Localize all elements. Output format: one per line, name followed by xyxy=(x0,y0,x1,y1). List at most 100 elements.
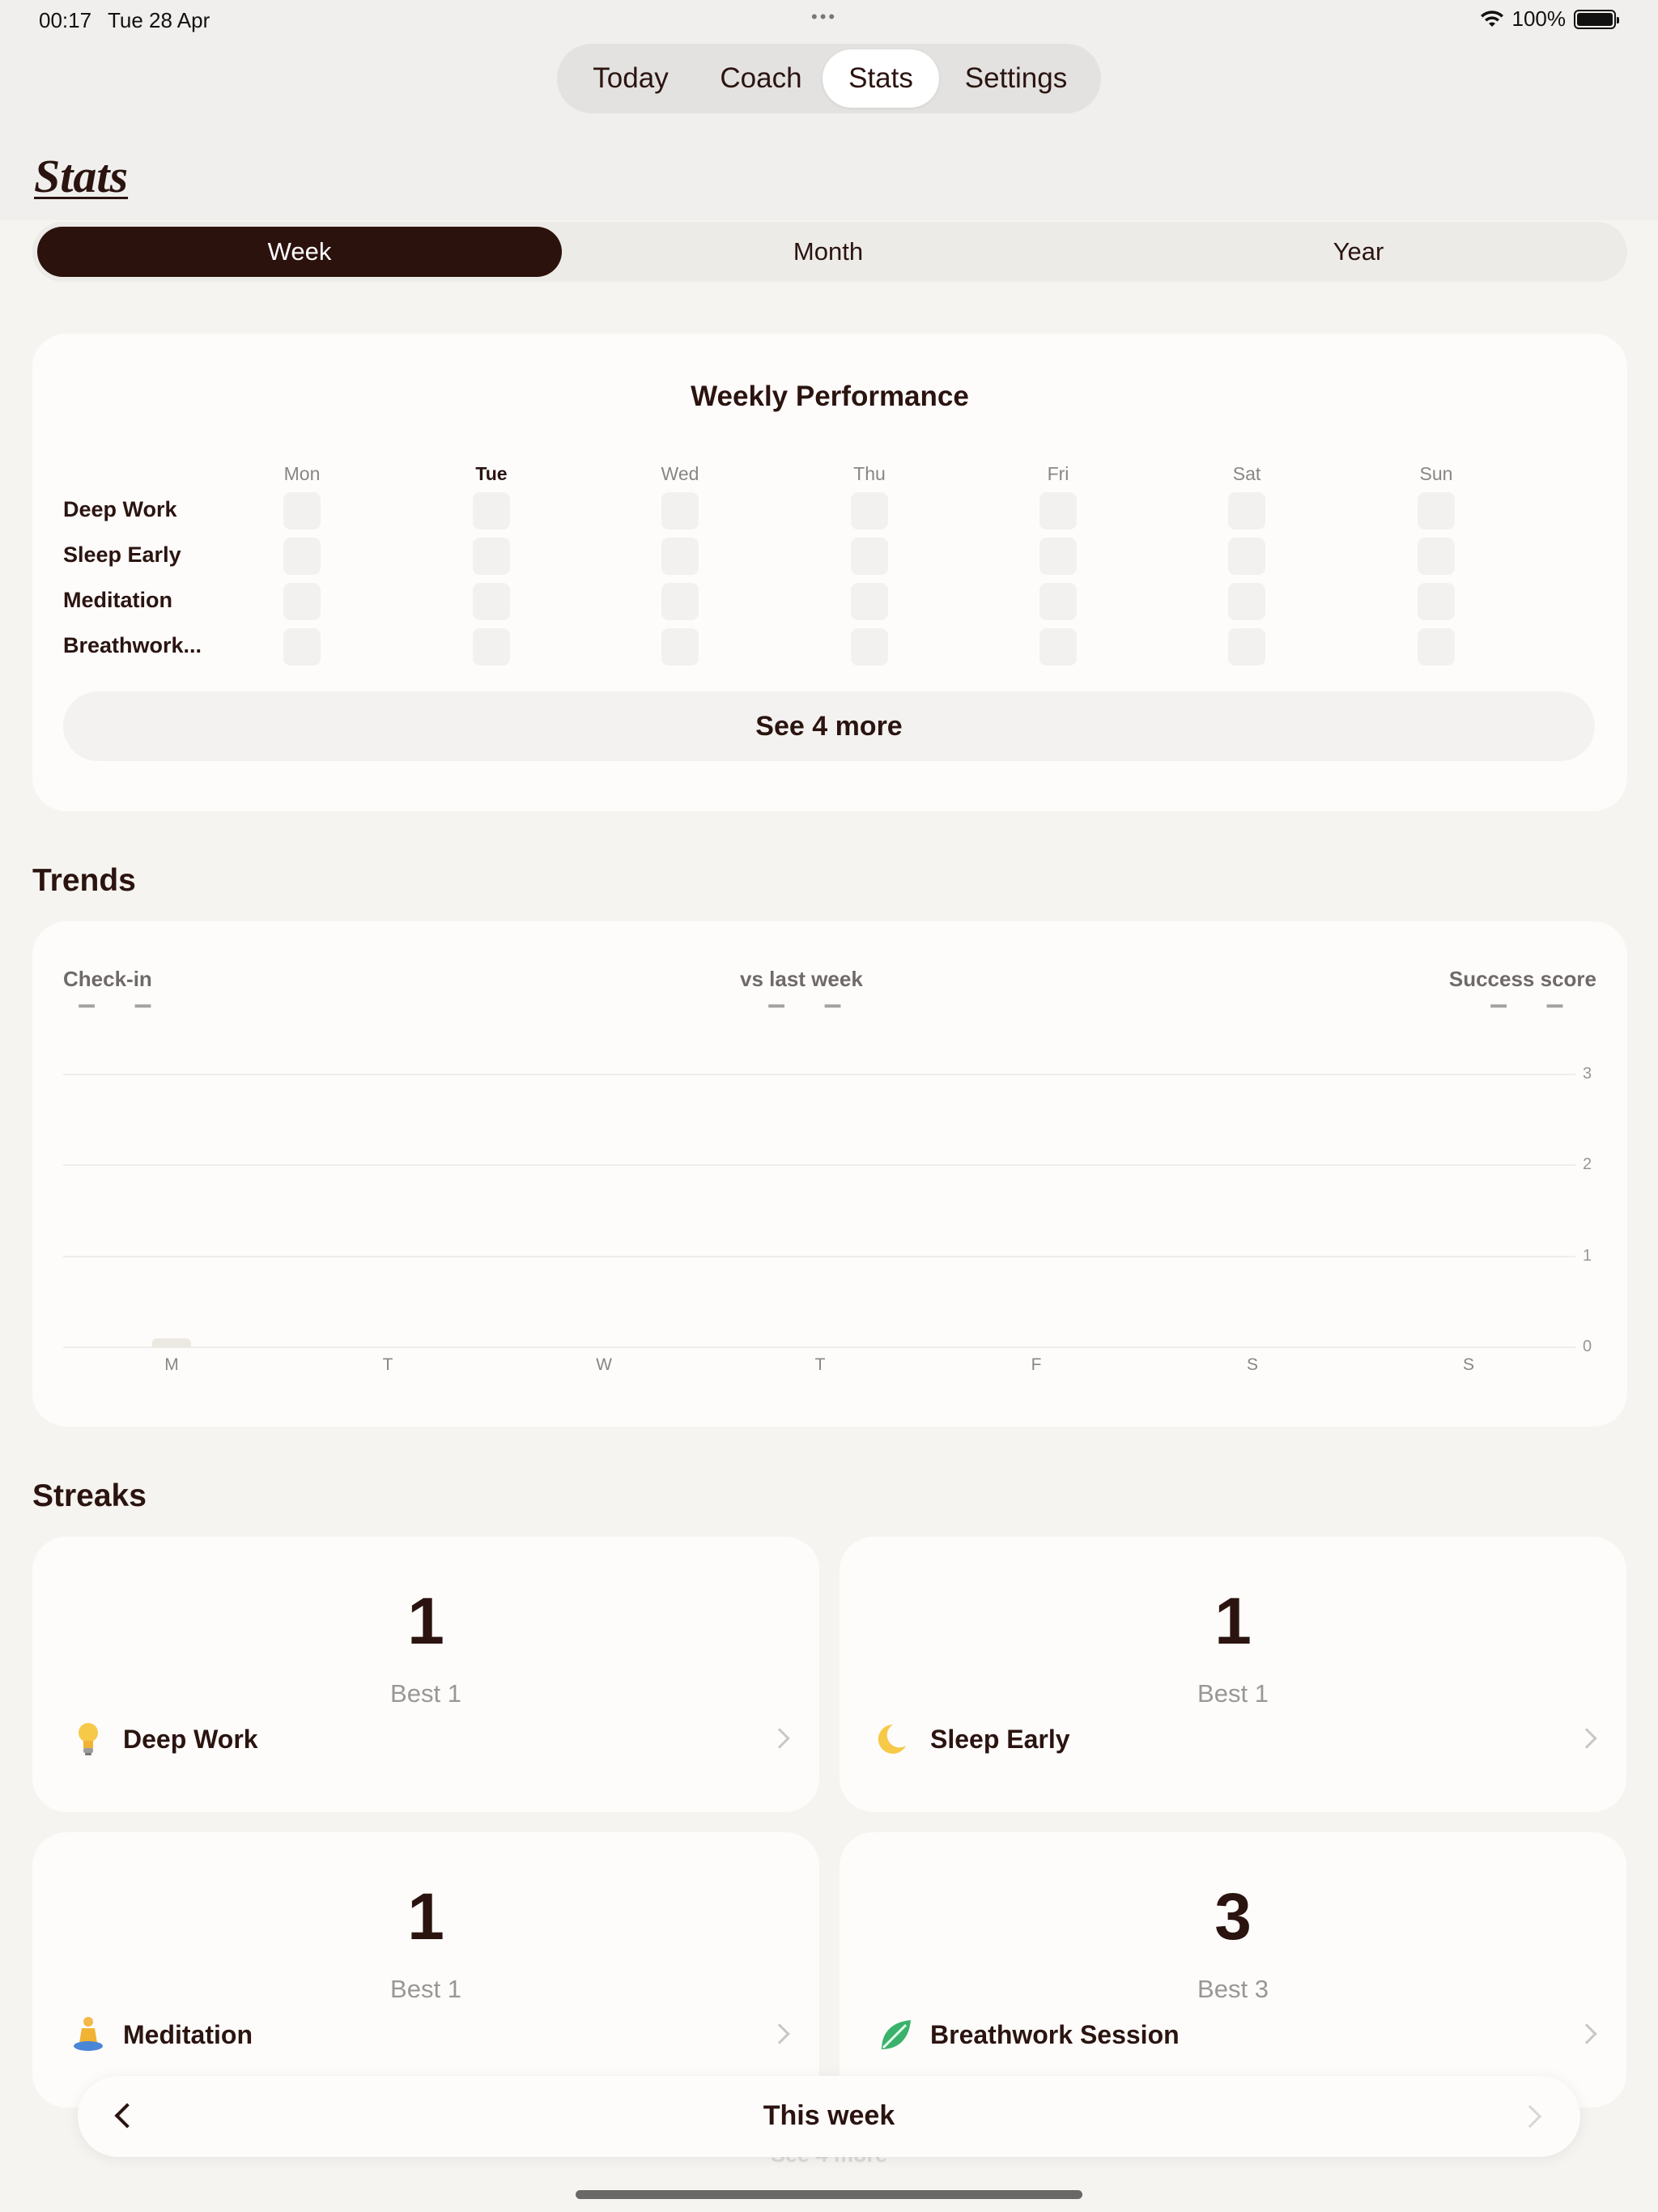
habit-day-cell[interactable] xyxy=(1039,538,1077,575)
chart-bar xyxy=(152,1338,191,1347)
streak-current: 1 xyxy=(1214,1585,1252,1658)
week-navigator-label: This week xyxy=(763,2100,895,2131)
y-tick-label: 1 xyxy=(1583,1246,1592,1265)
x-tick-label: M xyxy=(164,1355,179,1374)
battery-percent: 100% xyxy=(1511,6,1567,31)
habit-day-cell[interactable] xyxy=(473,538,510,575)
multitasking-dots-icon[interactable]: ••• xyxy=(811,6,837,28)
habit-day-cell[interactable] xyxy=(661,538,699,575)
habit-day-cell[interactable] xyxy=(1228,492,1265,530)
tab-today[interactable]: Today xyxy=(562,49,699,108)
lightbulb-icon xyxy=(79,1723,98,1755)
habit-day-cell[interactable] xyxy=(1039,583,1077,620)
habit-day-cell[interactable] xyxy=(661,628,699,666)
top-nav-tabs: Today Coach Stats Settings xyxy=(557,44,1101,113)
habit-day-cell[interactable] xyxy=(851,583,888,620)
streak-card-breathwork-session[interactable]: 3 Best 3 Breathwork Session xyxy=(840,1832,1626,2108)
streak-current: 1 xyxy=(407,1585,444,1658)
status-right: 100% xyxy=(1480,6,1619,32)
habit-day-cell[interactable] xyxy=(1228,538,1265,575)
habit-day-cell[interactable] xyxy=(1039,628,1077,666)
streak-current: 1 xyxy=(407,1880,444,1954)
habit-day-cell[interactable] xyxy=(283,628,321,666)
tab-settings[interactable]: Settings xyxy=(939,49,1093,108)
streak-best: Best 1 xyxy=(390,1679,461,1708)
y-tick-label: 2 xyxy=(1583,1155,1592,1174)
habit-day-cell[interactable] xyxy=(1228,583,1265,620)
tab-stats[interactable]: Stats xyxy=(823,49,939,108)
weekly-performance-title: Weekly Performance xyxy=(691,381,969,412)
chevron-right-icon xyxy=(1576,2023,1597,2044)
battery-icon xyxy=(1574,9,1619,29)
trends-card: Check-in – – vs last week – – Success sc… xyxy=(32,921,1627,1427)
habit-day-cell[interactable] xyxy=(851,492,888,530)
meditation-icon xyxy=(74,2017,103,2051)
day-label: Fri xyxy=(1047,463,1069,484)
x-tick-label: T xyxy=(814,1355,826,1374)
chevron-right-icon xyxy=(769,2023,790,2044)
status-date: Tue 28 Apr xyxy=(108,8,210,32)
streaks-title: Streaks xyxy=(32,1478,147,1513)
streak-card-sleep-early[interactable]: 1 Best 1 Sleep Early xyxy=(840,1537,1626,1812)
streak-best: Best 1 xyxy=(390,1975,461,2003)
habit-day-cell[interactable] xyxy=(283,492,321,530)
habit-day-cell[interactable] xyxy=(473,628,510,666)
y-tick-label: 0 xyxy=(1583,1338,1592,1355)
habit-day-cell[interactable] xyxy=(661,492,699,530)
stat-success-score-value: – – xyxy=(1490,986,1579,1022)
tab-coach[interactable]: Coach xyxy=(699,49,823,108)
trends-title: Trends xyxy=(32,863,136,898)
period-year[interactable]: Year xyxy=(1096,227,1621,277)
chart-gridline xyxy=(63,1074,1575,1075)
home-indicator xyxy=(576,2190,1082,2199)
x-tick-label: S xyxy=(1462,1355,1474,1374)
streak-card-deep-work[interactable]: 1 Best 1 Deep Work xyxy=(32,1537,819,1812)
streak-best: Best 3 xyxy=(1197,1975,1269,2003)
habit-day-cell[interactable] xyxy=(1418,583,1455,620)
habit-day-cell[interactable] xyxy=(1039,492,1077,530)
streak-name: Meditation xyxy=(123,2020,253,2049)
period-segmented-control: Week Month Year xyxy=(32,222,1627,282)
habit-row-label: Deep Work xyxy=(63,497,177,521)
x-tick-label: S xyxy=(1246,1355,1258,1374)
page-title: Stats xyxy=(34,150,129,202)
wifi-icon xyxy=(1480,10,1503,27)
streak-current: 3 xyxy=(1214,1880,1252,1954)
moon-icon xyxy=(878,1724,906,1754)
day-label: Wed xyxy=(661,463,699,484)
habit-day-cell[interactable] xyxy=(1418,492,1455,530)
habit-day-cell[interactable] xyxy=(661,583,699,620)
habit-day-cell[interactable] xyxy=(283,538,321,575)
habit-day-cell[interactable] xyxy=(1418,628,1455,666)
habit-day-cell[interactable] xyxy=(1418,538,1455,575)
habit-row-label: Breathwork... xyxy=(63,633,202,657)
habit-day-cell[interactable] xyxy=(1228,628,1265,666)
chevron-right-icon xyxy=(1576,1728,1597,1749)
habit-day-cell[interactable] xyxy=(851,538,888,575)
habit-row-label: Meditation xyxy=(63,588,172,612)
streak-name: Breathwork Session xyxy=(930,2020,1180,2049)
habit-day-cell[interactable] xyxy=(851,628,888,666)
chart-gridline xyxy=(63,1255,1575,1257)
see-more-button[interactable]: See 4 more xyxy=(63,691,1595,761)
period-month[interactable]: Month xyxy=(566,227,1090,277)
streak-name: Deep Work xyxy=(123,1725,258,1754)
day-label: Tue xyxy=(475,463,508,484)
habit-day-cell[interactable] xyxy=(283,583,321,620)
y-tick-label: 3 xyxy=(1583,1065,1592,1083)
habit-day-cell[interactable] xyxy=(473,583,510,620)
habit-day-cell[interactable] xyxy=(473,492,510,530)
day-label: Sat xyxy=(1232,463,1261,484)
status-time: 00:17 xyxy=(39,8,92,32)
streak-best: Best 1 xyxy=(1197,1679,1269,1708)
status-bar: 00:17 Tue 28 Apr ••• 100% xyxy=(0,0,1658,39)
habit-row-label: Sleep Early xyxy=(63,542,181,567)
day-label: Thu xyxy=(853,463,886,484)
chart-gridline xyxy=(63,1164,1575,1167)
stat-vs-last-week-value: – – xyxy=(767,986,857,1022)
x-tick-label: T xyxy=(382,1355,393,1374)
streak-card-meditation[interactable]: 1 Best 1 Meditation xyxy=(32,1832,819,2108)
week-navigator: This week xyxy=(78,2076,1580,2157)
day-label: Mon xyxy=(283,463,321,484)
period-week[interactable]: Week xyxy=(37,227,562,277)
